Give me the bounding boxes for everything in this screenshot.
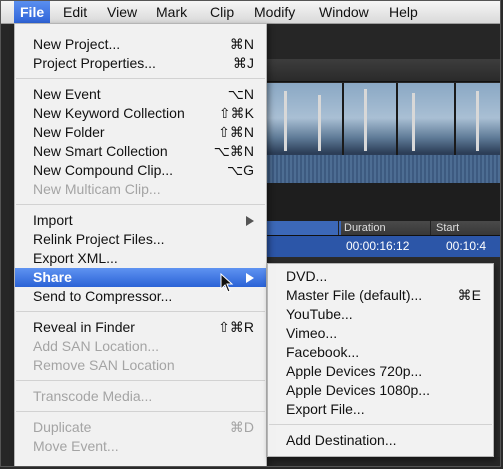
menu-separator (16, 411, 265, 412)
timeline-toolbar (266, 59, 500, 82)
menu-view[interactable]: View (101, 1, 143, 23)
filmstrip-thumbnails[interactable] (266, 83, 500, 183)
share-item-add-destination[interactable]: Add Destination... (268, 431, 493, 450)
menu-separator (16, 380, 265, 381)
file-menu: New Project... ⌘N Project Properties... … (14, 23, 267, 466)
menu-item-new-keyword-collection[interactable]: New Keyword Collection ⇧⌘K (15, 104, 266, 123)
menu-item-import[interactable]: Import (15, 211, 266, 230)
menu-item-duplicate: Duplicate ⌘D (33, 419, 254, 435)
menu-item-export-xml[interactable]: Export XML... (15, 249, 266, 268)
share-item-vimeo[interactable]: Vimeo... (268, 324, 493, 343)
menu-separator (16, 311, 265, 312)
menu-item-add-san-location: Add SAN Location... (33, 338, 160, 354)
menu-separator (16, 78, 265, 79)
menu-item-relink-project-files[interactable]: Relink Project Files... (15, 230, 266, 249)
audio-waveform (266, 155, 500, 183)
submenu-arrow-icon (246, 273, 254, 283)
menu-separator (269, 424, 492, 425)
menu-modify[interactable]: Modify (248, 1, 301, 23)
menu-item-new-multicam-clip: New Multicam Clip... (33, 181, 161, 197)
menu-file[interactable]: File (14, 1, 51, 23)
menu-item-move-event: Move Event... (33, 438, 119, 454)
menu-mark[interactable]: Mark (150, 1, 193, 23)
menu-item-project-properties[interactable]: Project Properties... ⌘J (15, 54, 266, 73)
submenu-arrow-icon (246, 216, 254, 226)
menu-item-reveal-in-finder[interactable]: Reveal in Finder ⇧⌘R (15, 318, 266, 337)
menu-clip[interactable]: Clip (204, 1, 240, 23)
share-item-youtube[interactable]: YouTube... (268, 305, 493, 324)
row-start: 00:10:4 (446, 239, 487, 253)
browser-gap (266, 183, 500, 221)
row-duration: 00:00:16:12 (346, 239, 410, 253)
share-item-facebook[interactable]: Facebook... (268, 343, 493, 362)
menu-help[interactable]: Help (383, 1, 424, 23)
menu-item-new-project[interactable]: New Project... ⌘N (15, 35, 266, 54)
share-submenu: DVD... Master File (default)... ⌘E YouTu… (267, 263, 494, 457)
menu-item-remove-san-location: Remove SAN Location (33, 357, 175, 373)
menu-separator (16, 204, 265, 205)
menu-item-transcode-media: Transcode Media... (33, 388, 153, 404)
column-start[interactable]: Start (436, 221, 459, 235)
menu-item-new-compound-clip[interactable]: New Compound Clip... ⌥G (15, 161, 266, 180)
share-item-apple-devices-720p[interactable]: Apple Devices 720p... (268, 362, 493, 381)
menu-window[interactable]: Window (313, 1, 375, 23)
browser-column-header: Duration Start (266, 221, 500, 236)
menu-item-new-folder[interactable]: New Folder ⇧⌘N (15, 123, 266, 142)
menu-edit[interactable]: Edit (57, 1, 93, 23)
share-item-export-file[interactable]: Export File... (268, 400, 493, 419)
share-item-master-file[interactable]: Master File (default)... ⌘E (268, 286, 493, 305)
share-item-dvd[interactable]: DVD... (268, 267, 493, 286)
menu-bar: File Edit View Mark Clip Modify Window H… (1, 1, 500, 24)
menu-item-new-event[interactable]: New Event ⌥N (15, 85, 266, 104)
column-duration[interactable]: Duration (344, 221, 386, 235)
mouse-pointer-icon (220, 273, 234, 293)
share-item-apple-devices-1080p[interactable]: Apple Devices 1080p... (268, 381, 493, 400)
screenshot-frame: Duration Start 00:00:16:12 00:10:4 File … (0, 0, 501, 467)
menu-item-new-smart-collection[interactable]: New Smart Collection ⌥⌘N (15, 142, 266, 161)
browser-selected-row[interactable]: 00:00:16:12 00:10:4 (266, 236, 500, 257)
